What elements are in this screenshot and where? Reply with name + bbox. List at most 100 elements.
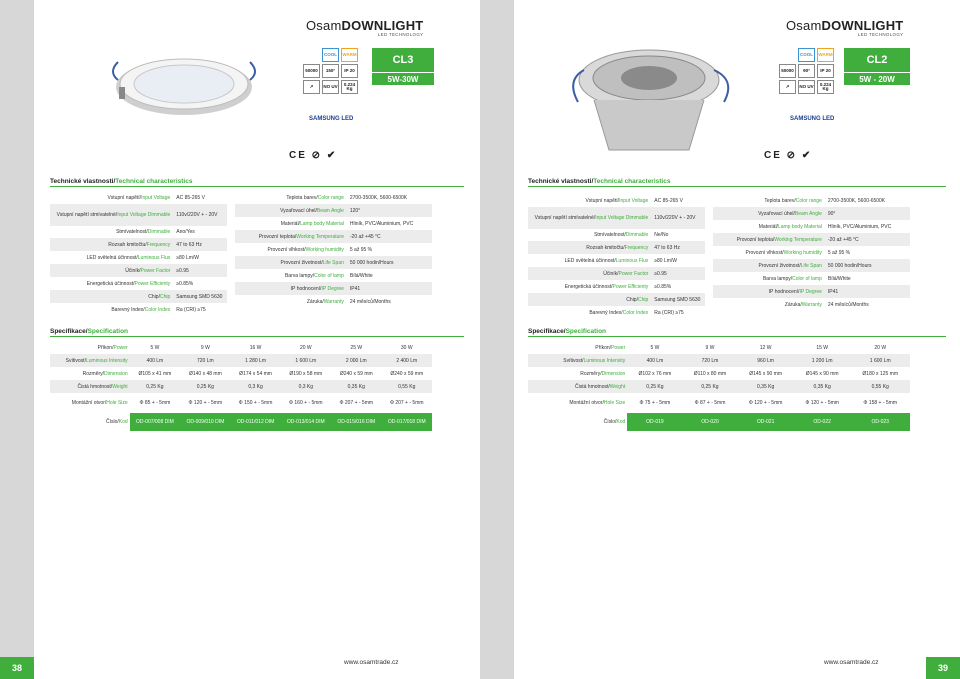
tech-row: Barevný Index/Color Index Ra (CRI) ≥75 xyxy=(528,306,705,319)
cool-badge: COOL xyxy=(798,48,815,62)
spec-label: Rozměry/Dimension xyxy=(50,367,130,380)
label-cz: IP hodnocení/ xyxy=(768,288,800,295)
tech-row: Provozní teplota/Working Temperature -20 … xyxy=(713,233,910,246)
spec-label: Čistá hmotnost/Weight xyxy=(50,380,130,393)
spec-value: Ø105 x 41 mm xyxy=(138,370,172,377)
tech-value: 5 až 95 % xyxy=(827,249,851,256)
label-cz: Teplota barev/ xyxy=(764,197,796,204)
label-en: Dimension xyxy=(104,370,128,377)
tech-row: Účiník/Power Factor ≥0.95 xyxy=(528,267,705,280)
label-en: Weight xyxy=(112,383,128,390)
label-cz: Vstupní napětí/ xyxy=(107,194,142,201)
tech-row: Barva lampy/Color of lamp Bílá/White xyxy=(713,272,910,285)
spec-value: Ø145 x 90 mm xyxy=(749,370,783,377)
label-en: Frequency xyxy=(624,244,649,251)
label-en: Frequency xyxy=(146,241,171,248)
tech-value: ≥0.95 xyxy=(173,264,227,277)
label-cz: Stmívatelnost/ xyxy=(116,229,148,235)
label-en: Luminous Intensity xyxy=(85,357,128,364)
tech-section-title: Technické vlastnosti/Technical character… xyxy=(50,178,193,185)
spec-value: OD-015/016 DIM xyxy=(331,413,382,431)
spec-value: 1 280 Lm xyxy=(230,354,281,367)
arrow-icon: ↗ xyxy=(303,80,320,94)
spec-value: 0,55 Kg xyxy=(381,380,432,393)
model-wattage: 5W-30W xyxy=(372,72,434,84)
model-box: CL3 5W-30W xyxy=(372,48,434,85)
tech-label: LED světelná účinnost/Luminous Flux xyxy=(50,251,173,264)
tech-value: 47 to 63 Hz xyxy=(651,241,705,254)
tech-row: Materiál/Lamp body Material Hliník, PVC/A… xyxy=(235,217,432,230)
tech-row: Energetická účinnost/Power Efficienty ≥0.… xyxy=(50,277,227,290)
tech-label: Vyzařovací úhel/Beam Angle xyxy=(235,204,347,217)
label-cz: Rozměry/ xyxy=(580,370,602,377)
tech-value: ≥0.85% xyxy=(176,280,194,287)
tech-row: Rozsah kmitočtu/Frequency 47 to 63 Hz xyxy=(528,241,705,254)
spec-value: OD-022 xyxy=(793,413,851,431)
spec-row: Montážní otvor/Hole Size Φ 75 + - 5mm Φ 87… xyxy=(528,393,910,413)
label-cz: Svítivost/ xyxy=(563,357,584,364)
spec-value: 1 600 Lm xyxy=(850,354,910,367)
spec-value: 960 Lm xyxy=(737,354,794,367)
tech-value: 110v/220V + - 20V xyxy=(651,207,705,229)
spec-label: Montážní otvor/Hole Size xyxy=(528,393,627,413)
spec-value: 1 600 Lm xyxy=(280,354,332,367)
tech-row: Záruka/Warranty 24 měsíců/Months xyxy=(235,295,432,308)
label-en: Warranty xyxy=(323,298,344,305)
label-en: Working humidity xyxy=(783,249,822,256)
divider xyxy=(50,336,464,337)
label-en: Luminous Flux xyxy=(137,254,171,261)
tech-label: Barevný Index/Color Index xyxy=(528,306,651,319)
label-cz: Účiník/ xyxy=(603,270,619,277)
label-en: Input Voltage Dimmable xyxy=(595,215,649,221)
spec-row: Příkon/Power 5 W 9 W 12 W 15 W 20 W xyxy=(528,341,910,354)
tech-value: -20 až +45 °C xyxy=(346,230,432,243)
tech-label: Barva lampy/Color of lamp xyxy=(235,269,347,282)
model-box: CL2 5W - 20W xyxy=(844,48,910,85)
tech-label: Chip/Chip xyxy=(50,290,174,303)
label-en: Chip xyxy=(637,296,649,303)
tech-value: Hliník, PVC/Aluminium, PVC xyxy=(827,223,892,230)
label-cz: Číslo/ xyxy=(105,419,119,425)
tech-row: LED světelná účinnost/Luminous Flux ≥80 L… xyxy=(528,254,705,267)
label-cz: Montážní otvor/ xyxy=(569,400,604,406)
spec-value: 0,35 Kg xyxy=(737,380,794,393)
spec-value: OD-020 xyxy=(682,413,738,431)
spec-value: OD-011/012 DIM xyxy=(230,413,281,431)
tech-row: Záruka/Warranty 24 měsíců/Months xyxy=(713,298,910,311)
tech-value: Hliník, PVC/Aluminium, PVC xyxy=(349,220,414,227)
label-cz: Záruka/ xyxy=(306,298,324,305)
spec-value: OD-023 xyxy=(850,413,910,431)
tech-value: Ra (CRI) ≥75 xyxy=(654,309,684,316)
label-cz: Vstupní napětí stmívatelné/ xyxy=(534,215,596,221)
tech-value: Bílá/White xyxy=(349,272,373,279)
label-cz: Číslo/ xyxy=(603,419,617,425)
spec-value: OD-007/008 DIM xyxy=(129,413,181,431)
spec-row: Čistá hmotnost/Weight 0,25 Kg 0,25 Kg 0,35 … xyxy=(528,380,910,393)
tech-row: LED světelná účinnost/Luminous Flux ≥80 L… xyxy=(50,251,227,264)
tech-label: Vyzařovací úhel/Beam Angle xyxy=(713,207,825,220)
samsung-led-logo: SAMSUNG LED xyxy=(309,116,354,122)
tech-label: IP hodnocení/IP Degree xyxy=(713,285,825,298)
tech-value: 90° xyxy=(824,207,910,220)
spec-value: 9 W xyxy=(705,344,715,351)
lifespan-badge: 50000 xyxy=(303,64,320,78)
tech-row: Barevný Index/Color Index Ra (CRI) ≥75 xyxy=(50,303,227,316)
label-cz: Provozní vlhkost/ xyxy=(745,249,784,256)
code-row: Číslo/Kod OD-019 OD-020 OD-021 OD-022 OD-023 xyxy=(528,413,910,431)
label-en: Kod xyxy=(118,419,128,425)
tech-label: Materiál/Lamp body Material xyxy=(713,220,825,233)
label-cz: Čistá hmotnost/ xyxy=(77,383,113,390)
spec-value: 2 400 Lm xyxy=(381,354,432,367)
divider xyxy=(50,186,464,187)
footer-url: www.osamtrade.cz xyxy=(824,659,879,666)
spec-value: Φ 85 + - 5mm xyxy=(139,400,171,406)
tech-value: IP41 xyxy=(346,282,432,295)
label-cz: Příkon/ xyxy=(595,344,612,351)
label-cz: Záruka/ xyxy=(784,301,802,308)
spec-value: OD-017/018 DIM xyxy=(381,413,432,431)
spec-table: Příkon/Power 5 W 9 W 16 W 20 W 25 W 30 W Svítiv… xyxy=(50,341,432,431)
label-cz: Příkon/ xyxy=(97,344,114,351)
tech-row: Stmívatelnost/Dimmable Ne/No xyxy=(528,229,705,241)
tech-label: Teplota barev/Color range xyxy=(713,194,825,207)
label-en: Life Span xyxy=(800,262,822,269)
